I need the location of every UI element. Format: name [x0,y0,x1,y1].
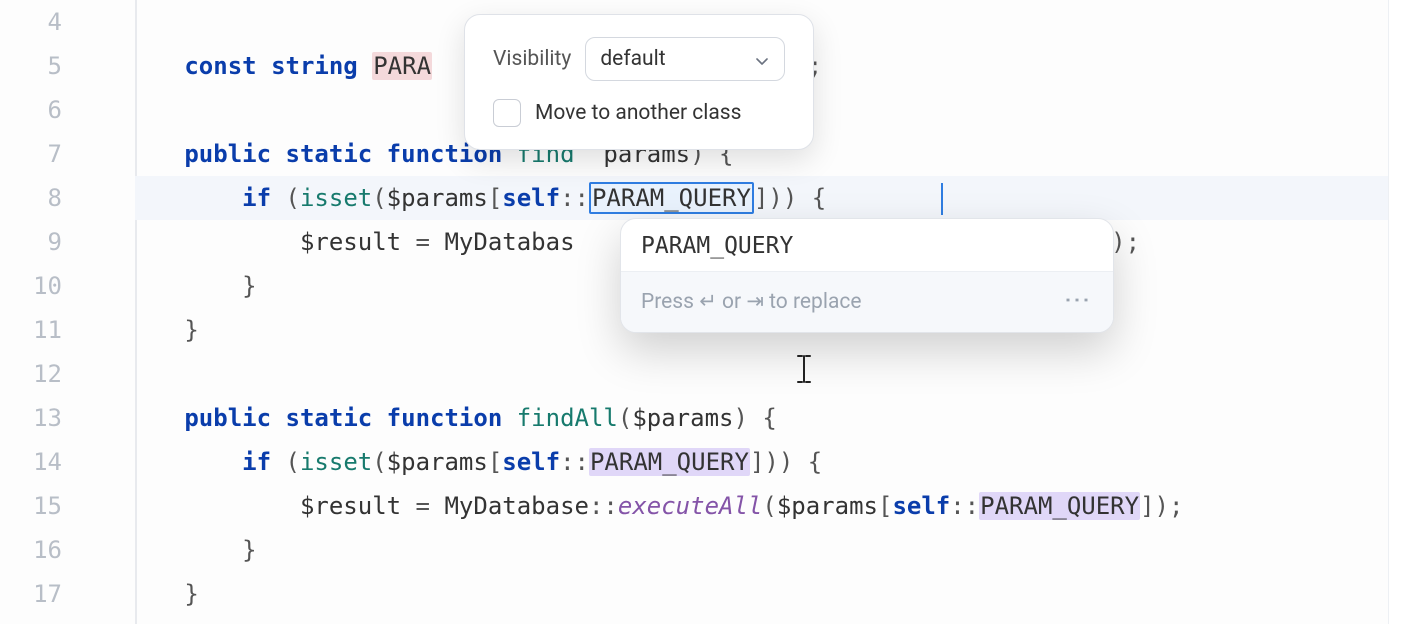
line-number: 7 [0,132,62,176]
code-line[interactable]: if (isset($params[self::PARAM_QUERY])) { [135,440,1412,484]
function-name: findAll [517,404,618,432]
line-number-gutter: 4 5 6 7 8 9 10 11 12 13 14 15 16 17 [0,0,80,624]
code-line-current[interactable]: if (isset($params[self::PARAM_QUERY])) { [135,176,1412,220]
move-to-class-label: Move to another class [535,101,741,125]
brace-close: } [184,580,198,608]
hint-suffix: to replace [764,290,862,314]
suggestion-hint-text: Press ↵ or ⇥ to replace [641,289,862,314]
brace-close: } [184,316,198,344]
paren: ( [372,448,386,476]
var-result: $result [300,228,401,256]
keyword-if: if [242,184,271,212]
keyword-self: self [502,448,560,476]
var-params: $params [632,404,733,432]
highlight-occurrence: PARAM_QUERY [589,448,750,476]
hint-prefix: Press [641,290,699,314]
text-caret [941,183,943,215]
move-to-class-checkbox[interactable] [493,99,521,127]
visibility-select[interactable]: default [585,37,785,81]
refactor-options-popup[interactable]: Visibility default Move to another class [464,14,814,150]
line-number: 10 [0,264,62,308]
double-colon: :: [950,492,979,520]
fn-isset: isset [300,184,372,212]
hint-mid: or [717,290,747,314]
bracket: [ [488,448,502,476]
double-colon: :: [560,448,589,476]
visibility-label: Visibility [493,47,571,71]
brace-close: } [242,272,256,300]
line-number: 13 [0,396,62,440]
suggestion-item[interactable]: PARAM_QUERY [621,219,1113,271]
keyword-function: function [387,404,503,432]
class-name: MyDatabase [444,492,589,520]
code-text: ])) { [754,184,826,212]
rename-selection[interactable]: PARAM_QUERY [589,182,754,214]
line-number: 11 [0,308,62,352]
rename-suggestion-popup[interactable]: PARAM_QUERY Press ↵ or ⇥ to replace ⋮ [620,218,1114,333]
var-result: $result [300,492,401,520]
line-number: 6 [0,88,62,132]
paren: ( [618,404,632,432]
code-text: = [401,228,444,256]
paren: ( [372,184,386,212]
tab-key-icon: ⇥ [746,289,764,314]
paren: ( [286,184,300,212]
keyword-self: self [892,492,950,520]
keyword-public: public [184,140,271,168]
line-number: 9 [0,220,62,264]
paren: ( [286,448,300,476]
keyword-const: const [184,52,256,80]
keyword-if: if [242,448,271,476]
highlight-occurrence: PARAM_QUERY [979,492,1140,520]
bracket: [ [488,184,502,212]
code-text: ]); [1140,492,1183,520]
keyword-static: static [286,140,373,168]
code-line[interactable] [135,352,1412,396]
fn-isset: isset [300,448,372,476]
line-number: 15 [0,484,62,528]
code-line[interactable]: } [135,528,1412,572]
line-number: 4 [0,0,62,44]
suggestion-hint-bar: Press ↵ or ⇥ to replace ⋮ [621,271,1113,332]
keyword-self: self [502,184,560,212]
class-name: MyDatabas [444,228,574,256]
more-options-icon[interactable]: ⋮ [1062,283,1092,319]
var-params: $params [387,448,488,476]
editor-right-gutter [1388,0,1412,624]
enter-key-icon: ↵ [699,289,717,314]
line-number: 14 [0,440,62,484]
code-line[interactable]: $result = MyDatabase::executeAll($params… [135,484,1412,528]
double-colon: :: [560,184,589,212]
line-number: 16 [0,528,62,572]
highlight-pink: PARA [372,52,432,80]
method-name: executeAll [618,492,763,520]
brace-close: } [242,536,256,564]
line-number: 12 [0,352,62,396]
keyword-public: public [184,404,271,432]
bracket: [ [878,492,892,520]
code-text: = [401,492,444,520]
line-number: 17 [0,572,62,616]
line-number: 8 [0,176,62,220]
code-line[interactable]: } [135,572,1412,616]
chevron-down-icon [754,51,770,67]
double-colon: :: [589,492,618,520]
code-text: ])) { [750,448,822,476]
code-line[interactable]: public static function findAll($params) … [135,396,1412,440]
line-number: 5 [0,44,62,88]
var-params: $params [387,184,488,212]
keyword-string: string [271,52,358,80]
keyword-static: static [286,404,373,432]
paren: ( [762,492,776,520]
visibility-value: default [600,47,665,71]
var-params: $params [777,492,878,520]
code-text: ) { [733,404,776,432]
